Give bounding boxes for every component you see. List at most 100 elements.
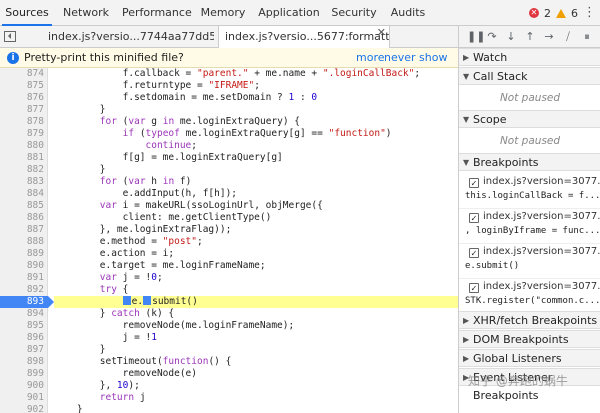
line-number[interactable]: 888	[0, 236, 44, 248]
breakpoint-checkbox[interactable]: ✓	[469, 283, 479, 293]
tab-network[interactable]: Network	[60, 0, 112, 26]
line-number[interactable]: 884	[0, 188, 44, 200]
code-line[interactable]: 901 return j	[0, 392, 458, 404]
breakpoint-item[interactable]: ✓ index.js?version=3077... STK.register(…	[459, 279, 600, 314]
step-over-icon[interactable]: ↷	[486, 30, 498, 43]
code-line[interactable]: 902 }	[0, 404, 458, 413]
step-icon[interactable]: →	[543, 30, 555, 43]
step-into-icon[interactable]: ↓	[505, 30, 517, 43]
line-number[interactable]: 889	[0, 248, 44, 260]
breakpoint-item[interactable]: ✓ index.js?version=3077... this.loginCal…	[459, 174, 600, 209]
breakpoint-checkbox[interactable]: ✓	[469, 248, 479, 258]
line-number[interactable]: 883	[0, 176, 44, 188]
code-line[interactable]: 897 }	[0, 344, 458, 356]
line-number[interactable]: 880	[0, 140, 44, 152]
line-number[interactable]: 882	[0, 164, 44, 176]
breakpoint-checkbox[interactable]: ✓	[469, 178, 479, 188]
code-line[interactable]: 889 e.action = i;	[0, 248, 458, 260]
line-number[interactable]: 879	[0, 128, 44, 140]
line-number[interactable]: 892	[0, 284, 44, 296]
line-number[interactable]: 898	[0, 356, 44, 368]
code-line[interactable]: 890 e.target = me.loginFrameName;	[0, 260, 458, 272]
infobar-never-show-link[interactable]: never show	[384, 48, 447, 68]
code-line[interactable]: 883 for (var h in f)	[0, 176, 458, 188]
line-number[interactable]: 885	[0, 200, 44, 212]
code-line[interactable]: 887 }, me.loginExtraFlag));	[0, 224, 458, 236]
line-number[interactable]: 901	[0, 392, 44, 404]
code-line[interactable]: 878 for (var g in me.loginExtraQuery) {	[0, 116, 458, 128]
code-editor[interactable]: 874 f.callback = "parent." + me.name + "…	[0, 68, 458, 413]
file-tab-minified[interactable]: index.js?versio...7744aa77dd5677	[42, 26, 214, 48]
error-icon[interactable]: ✕	[529, 8, 539, 18]
tab-sources[interactable]: Sources	[2, 0, 52, 26]
line-number[interactable]: 876	[0, 92, 44, 104]
pane-call-stack[interactable]: ▼ Call Stack	[459, 67, 600, 85]
pause-icon[interactable]: ❚❚	[467, 30, 485, 43]
code-line[interactable]: 879 if (typeof me.loginExtraQuery[g] == …	[0, 128, 458, 140]
line-number[interactable]: 878	[0, 116, 44, 128]
warning-count[interactable]: 6	[571, 7, 578, 20]
line-number[interactable]: 886	[0, 212, 44, 224]
line-number[interactable]: 891	[0, 272, 44, 284]
line-number[interactable]: 874	[0, 68, 44, 80]
code-line[interactable]: 877 }	[0, 104, 458, 116]
line-number[interactable]: 897	[0, 344, 44, 356]
line-number[interactable]: 894	[0, 308, 44, 320]
tab-performance[interactable]: Performance	[122, 0, 192, 26]
infobar-more-link[interactable]: more	[356, 48, 385, 68]
code-line[interactable]: 892 try {	[0, 284, 458, 296]
code-text: client: me.getClientType()	[54, 212, 272, 223]
line-number[interactable]: 893	[0, 296, 44, 308]
code-line[interactable]: 899 removeNode(e)	[0, 368, 458, 380]
code-line[interactable]: 885 var i = makeURL(ssoLoginUrl, objMerg…	[0, 200, 458, 212]
line-number[interactable]: 900	[0, 380, 44, 392]
tab-security[interactable]: Security	[331, 0, 377, 26]
code-line[interactable]: 900 }, 10);	[0, 380, 458, 392]
code-line[interactable]: 886 client: me.getClientType()	[0, 212, 458, 224]
code-line[interactable]: 898 setTimeout(function() {	[0, 356, 458, 368]
code-line[interactable]: 891 var j = !0;	[0, 272, 458, 284]
breakpoint-item[interactable]: ✓ index.js?version=3077... , loginByIfra…	[459, 209, 600, 244]
deactivate-breakpoints-icon[interactable]: ⧸	[562, 30, 574, 44]
pane-dom-breakpoints[interactable]: ▶ DOM Breakpoints	[459, 330, 600, 348]
close-tab-icon[interactable]: ✕	[377, 26, 386, 39]
line-number[interactable]: 875	[0, 80, 44, 92]
code-line[interactable]: 895 removeNode(me.loginFrameName);	[0, 320, 458, 332]
pane-scope[interactable]: ▼ Scope	[459, 110, 600, 128]
line-number[interactable]: 881	[0, 152, 44, 164]
breakpoint-checkbox[interactable]: ✓	[469, 213, 479, 223]
code-line[interactable]: 896 j = !1	[0, 332, 458, 344]
tab-memory[interactable]: Memory	[199, 0, 247, 26]
code-line[interactable]: 881 f[g] = me.loginExtraQuery[g]	[0, 152, 458, 164]
warning-icon[interactable]	[556, 8, 566, 18]
toggle-navigator-icon[interactable]	[4, 31, 16, 42]
tab-audits[interactable]: Audits	[388, 0, 428, 26]
pane-xhr-breakpoints[interactable]: ▶ XHR/fetch Breakpoints	[459, 311, 600, 329]
pane-breakpoints[interactable]: ▼ Breakpoints	[459, 153, 600, 171]
pause-on-exceptions-icon[interactable]: ⏸	[581, 30, 593, 44]
code-line[interactable]: 875 f.returntype = "IFRAME";	[0, 80, 458, 92]
error-count[interactable]: 2	[544, 7, 551, 20]
code-line[interactable]: 884 e.addInput(h, f[h]);	[0, 188, 458, 200]
step-out-icon[interactable]: ↑	[524, 30, 536, 43]
code-line[interactable]: 894 } catch (k) {	[0, 308, 458, 320]
code-line[interactable]: 882 }	[0, 164, 458, 176]
code-line[interactable]: 880 continue;	[0, 140, 458, 152]
line-number[interactable]: 890	[0, 260, 44, 272]
breakpoint-item[interactable]: ✓ index.js?version=3077... e.submit()	[459, 244, 600, 279]
line-number[interactable]: 895	[0, 320, 44, 332]
tab-application[interactable]: Application	[258, 0, 320, 26]
line-number[interactable]: 896	[0, 332, 44, 344]
file-tab-formatted[interactable]: index.js?versio...5677:formatted	[218, 26, 390, 48]
line-number[interactable]: 899	[0, 368, 44, 380]
more-menu-icon[interactable]: ⋮	[583, 6, 596, 19]
code-line[interactable]: 876 f.setdomain = me.setDomain ? 1 : 0	[0, 92, 458, 104]
code-line-paused[interactable]: 893 e. submit()	[0, 296, 458, 308]
code-line[interactable]: 888 e.method = "post";	[0, 236, 458, 248]
pane-watch[interactable]: ▶ Watch	[459, 48, 600, 66]
line-number[interactable]: 887	[0, 224, 44, 236]
code-line[interactable]: 874 f.callback = "parent." + me.name + "…	[0, 68, 458, 80]
line-number[interactable]: 877	[0, 104, 44, 116]
pane-global-listeners[interactable]: ▶ Global Listeners	[459, 349, 600, 367]
line-number[interactable]: 902	[0, 404, 44, 413]
